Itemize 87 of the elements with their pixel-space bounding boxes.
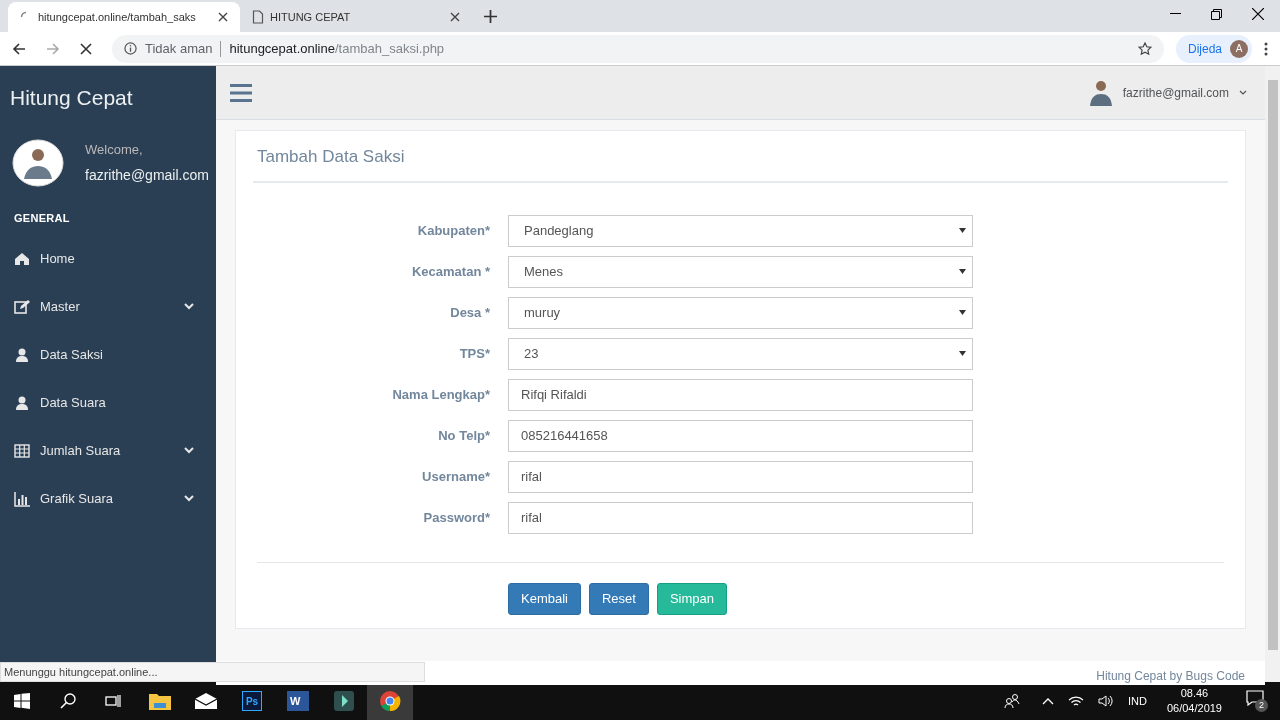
field-label: TPS* <box>458 344 490 363</box>
stop-loading-icon[interactable] <box>80 42 92 55</box>
minimize-icon[interactable] <box>1170 13 1181 15</box>
edit-icon <box>14 298 30 315</box>
form-button[interactable]: Reset <box>588 582 649 615</box>
profile-avatar: A <box>1230 39 1248 58</box>
user-icon <box>14 346 30 363</box>
message-icon <box>1246 690 1264 706</box>
sidebar-item[interactable]: Data Saksi <box>0 330 216 379</box>
back-arrow-icon[interactable] <box>12 41 26 56</box>
field-label: Nama Lengkap* <box>391 385 490 404</box>
form-button[interactable]: Kembali <box>508 582 581 615</box>
editor-app-icon <box>334 691 354 711</box>
speaker-icon[interactable] <box>1098 694 1114 708</box>
sidebar-item[interactable]: Grafik Suara <box>0 474 216 523</box>
select-field[interactable]: Menes <box>508 255 973 288</box>
notification-center[interactable]: 2 <box>1246 690 1268 712</box>
close-icon[interactable] <box>1252 8 1264 20</box>
dropdown-caret-icon <box>959 269 966 274</box>
select-field[interactable]: muruy <box>508 296 973 329</box>
scrollbar[interactable] <box>1265 66 1280 682</box>
field-label: Username* <box>421 467 490 486</box>
tab-title: HITUNG CEPAT <box>270 9 352 25</box>
tab-title: hitungcepat.online/tambah_saks <box>38 9 197 25</box>
user-avatar <box>12 139 64 187</box>
field-label: Kecamatan * <box>410 262 490 281</box>
search-icon[interactable] <box>60 693 76 709</box>
input-field[interactable]: Rifqi Rifaldi <box>508 378 973 411</box>
brand-title[interactable]: Hitung Cepat <box>0 66 216 128</box>
language-indicator[interactable]: IND <box>1128 692 1147 710</box>
star-bookmark-icon[interactable] <box>1137 41 1152 56</box>
close-icon[interactable] <box>450 12 460 22</box>
input-field[interactable]: rifal <box>508 460 973 493</box>
security-label: Tidak aman <box>145 39 213 58</box>
user-menu[interactable]: fazrithe@gmail.com <box>1088 78 1251 107</box>
task-view-icon[interactable] <box>105 693 121 709</box>
sidebar-item[interactable]: Data Suara <box>0 378 216 427</box>
menu-dots-icon[interactable] <box>1264 41 1268 56</box>
envelope-icon <box>195 693 217 709</box>
input-field[interactable]: 085216441658 <box>508 419 973 452</box>
section-heading: GENERAL <box>13 211 71 226</box>
field-label: No Telp* <box>437 426 490 445</box>
field-label: Password* <box>422 508 490 527</box>
profile-button[interactable]: Dijeda A <box>1175 34 1252 63</box>
notification-count: 2 <box>1255 699 1268 712</box>
sidebar-item[interactable]: Master <box>0 282 216 331</box>
url-text: hitungcepat.online/tambah_saksi.php <box>229 39 445 58</box>
address-bar[interactable]: Tidak aman hitungcepat.online/tambah_saksi.php <box>112 34 1164 63</box>
field-label: Desa * <box>449 303 490 322</box>
user-avatar <box>1088 78 1113 107</box>
people-icon[interactable] <box>1004 693 1020 709</box>
dropdown-caret-icon <box>959 351 966 356</box>
bar-chart-icon <box>14 490 30 507</box>
windows-start-icon[interactable] <box>14 693 30 709</box>
menu-icon[interactable] <box>230 83 252 102</box>
new-tab-plus-icon[interactable] <box>484 10 497 23</box>
status-bubble: Menunggu hitungcepat.online... <box>0 662 425 682</box>
dropdown-caret-icon <box>959 310 966 315</box>
wifi-icon[interactable] <box>1068 694 1084 708</box>
input-field[interactable]: rifal <box>508 501 973 534</box>
home-icon <box>14 250 30 267</box>
welcome-label: Welcome, <box>85 140 144 159</box>
browser-tab[interactable]: HITUNG CEPAT <box>240 2 472 32</box>
word-app-icon: W <box>287 691 309 711</box>
taskbar-app[interactable]: Ps <box>229 682 275 720</box>
chevron-down-icon <box>1239 90 1247 95</box>
select-field[interactable]: 23 <box>508 337 973 370</box>
browser-tab[interactable]: hitungcepat.online/tambah_saks <box>8 2 240 32</box>
dropdown-caret-icon <box>959 228 966 233</box>
folder-icon <box>149 692 171 710</box>
photoshop-app-icon: Ps <box>242 691 262 711</box>
user-icon <box>14 394 30 411</box>
select-field[interactable]: Pandeglang <box>508 214 973 247</box>
page-icon <box>252 10 264 24</box>
field-label: Kabupaten* <box>416 221 490 240</box>
panel-title: Tambah Data Saksi <box>253 131 1228 183</box>
chrome-icon <box>379 690 401 712</box>
info-icon[interactable] <box>124 42 137 55</box>
taskbar-app[interactable]: W <box>275 682 321 720</box>
sidebar-item[interactable]: Home <box>0 234 216 283</box>
sidebar-item[interactable]: Jumlah Suara <box>0 426 216 475</box>
user-email: fazrithe@gmail.com <box>85 166 209 186</box>
clock[interactable]: 08.46 06/04/2019 <box>1166 686 1222 716</box>
restore-icon[interactable] <box>1211 8 1222 20</box>
chevron-up-icon[interactable] <box>1042 697 1054 705</box>
table-icon <box>14 442 30 459</box>
close-icon[interactable] <box>218 12 228 22</box>
